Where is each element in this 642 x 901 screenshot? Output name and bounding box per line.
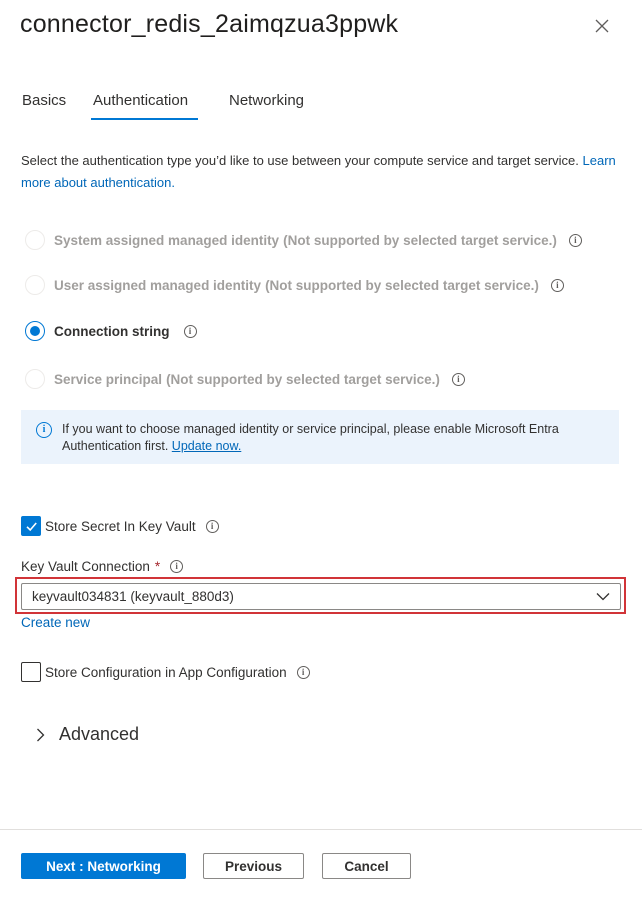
checkmark-icon (25, 521, 37, 531)
radio-note: (Not supported by selected target servic… (265, 277, 539, 293)
radio-button[interactable] (25, 230, 45, 250)
key-vault-connection-label: Key Vault Connection * i (21, 559, 184, 574)
tab-networking[interactable]: Networking (229, 92, 304, 109)
info-icon[interactable]: i (205, 519, 219, 533)
radio-button-selected[interactable] (25, 321, 45, 341)
update-now-link[interactable]: Update now. (172, 439, 242, 453)
cancel-button[interactable]: Cancel (322, 853, 411, 879)
tab-basics[interactable]: Basics (22, 92, 66, 109)
advanced-expander[interactable]: Advanced (36, 724, 139, 745)
store-config-checkbox[interactable] (21, 662, 41, 682)
radio-label: Connection string (54, 323, 170, 339)
advanced-label: Advanced (59, 724, 140, 744)
info-icon[interactable]: i (568, 233, 582, 247)
key-vault-label-text: Key Vault Connection (21, 559, 150, 574)
info-icon[interactable]: i (296, 665, 310, 679)
chevron-right-icon (37, 728, 45, 741)
auth-description: Select the authentication type you’d lik… (21, 150, 621, 194)
info-icon[interactable]: i (170, 560, 184, 573)
store-secret-label: Store Secret In Key Vault (45, 518, 196, 534)
footer-divider (0, 829, 642, 830)
required-marker: * (154, 559, 161, 574)
radio-label: User assigned managed identity (54, 277, 262, 293)
info-banner: i If you want to choose managed identity… (21, 410, 619, 464)
store-config-checkbox-row[interactable]: Store Configuration in App Configuration… (21, 662, 310, 682)
radio-label: System assigned managed identity (54, 232, 280, 248)
radio-service-principal[interactable]: Service principal (Not supported by sele… (25, 369, 465, 389)
radio-note: (Not supported by selected target servic… (283, 232, 557, 248)
store-config-label: Store Configuration in App Configuration (45, 664, 287, 680)
key-vault-connection-dropdown[interactable]: keyvault034831 (keyvault_880d3) (21, 583, 621, 610)
next-networking-button[interactable]: Next : Networking (21, 853, 186, 879)
radio-system-assigned-identity[interactable]: System assigned managed identity (Not su… (25, 230, 582, 250)
info-icon[interactable]: i (183, 324, 197, 338)
info-icon[interactable]: i (451, 372, 465, 386)
radio-label: Service principal (54, 371, 163, 387)
previous-button[interactable]: Previous (203, 853, 304, 879)
active-tab-indicator (91, 118, 198, 120)
radio-connection-string[interactable]: Connection string i (25, 321, 197, 341)
radio-note: (Not supported by selected target servic… (166, 371, 440, 387)
info-banner-message: If you want to choose managed identity o… (62, 422, 559, 453)
chevron-down-icon (596, 593, 610, 601)
info-banner-text: If you want to choose managed identity o… (62, 421, 607, 455)
radio-button[interactable] (25, 369, 45, 389)
tab-authentication[interactable]: Authentication (93, 92, 188, 109)
store-secret-checkbox[interactable] (21, 516, 41, 536)
radio-button[interactable] (25, 275, 45, 295)
dropdown-value: keyvault034831 (keyvault_880d3) (32, 589, 234, 604)
close-button[interactable] (590, 14, 614, 38)
radio-user-assigned-identity[interactable]: User assigned managed identity (Not supp… (25, 275, 564, 295)
info-icon[interactable]: i (550, 278, 564, 292)
create-new-link[interactable]: Create new (21, 615, 90, 630)
close-icon (595, 19, 609, 33)
store-secret-checkbox-row[interactable]: Store Secret In Key Vault i (21, 516, 219, 536)
panel-title: connector_redis_2aimqzua3ppwk (20, 10, 399, 38)
info-icon: i (36, 422, 52, 438)
auth-description-text: Select the authentication type you’d lik… (21, 153, 579, 168)
